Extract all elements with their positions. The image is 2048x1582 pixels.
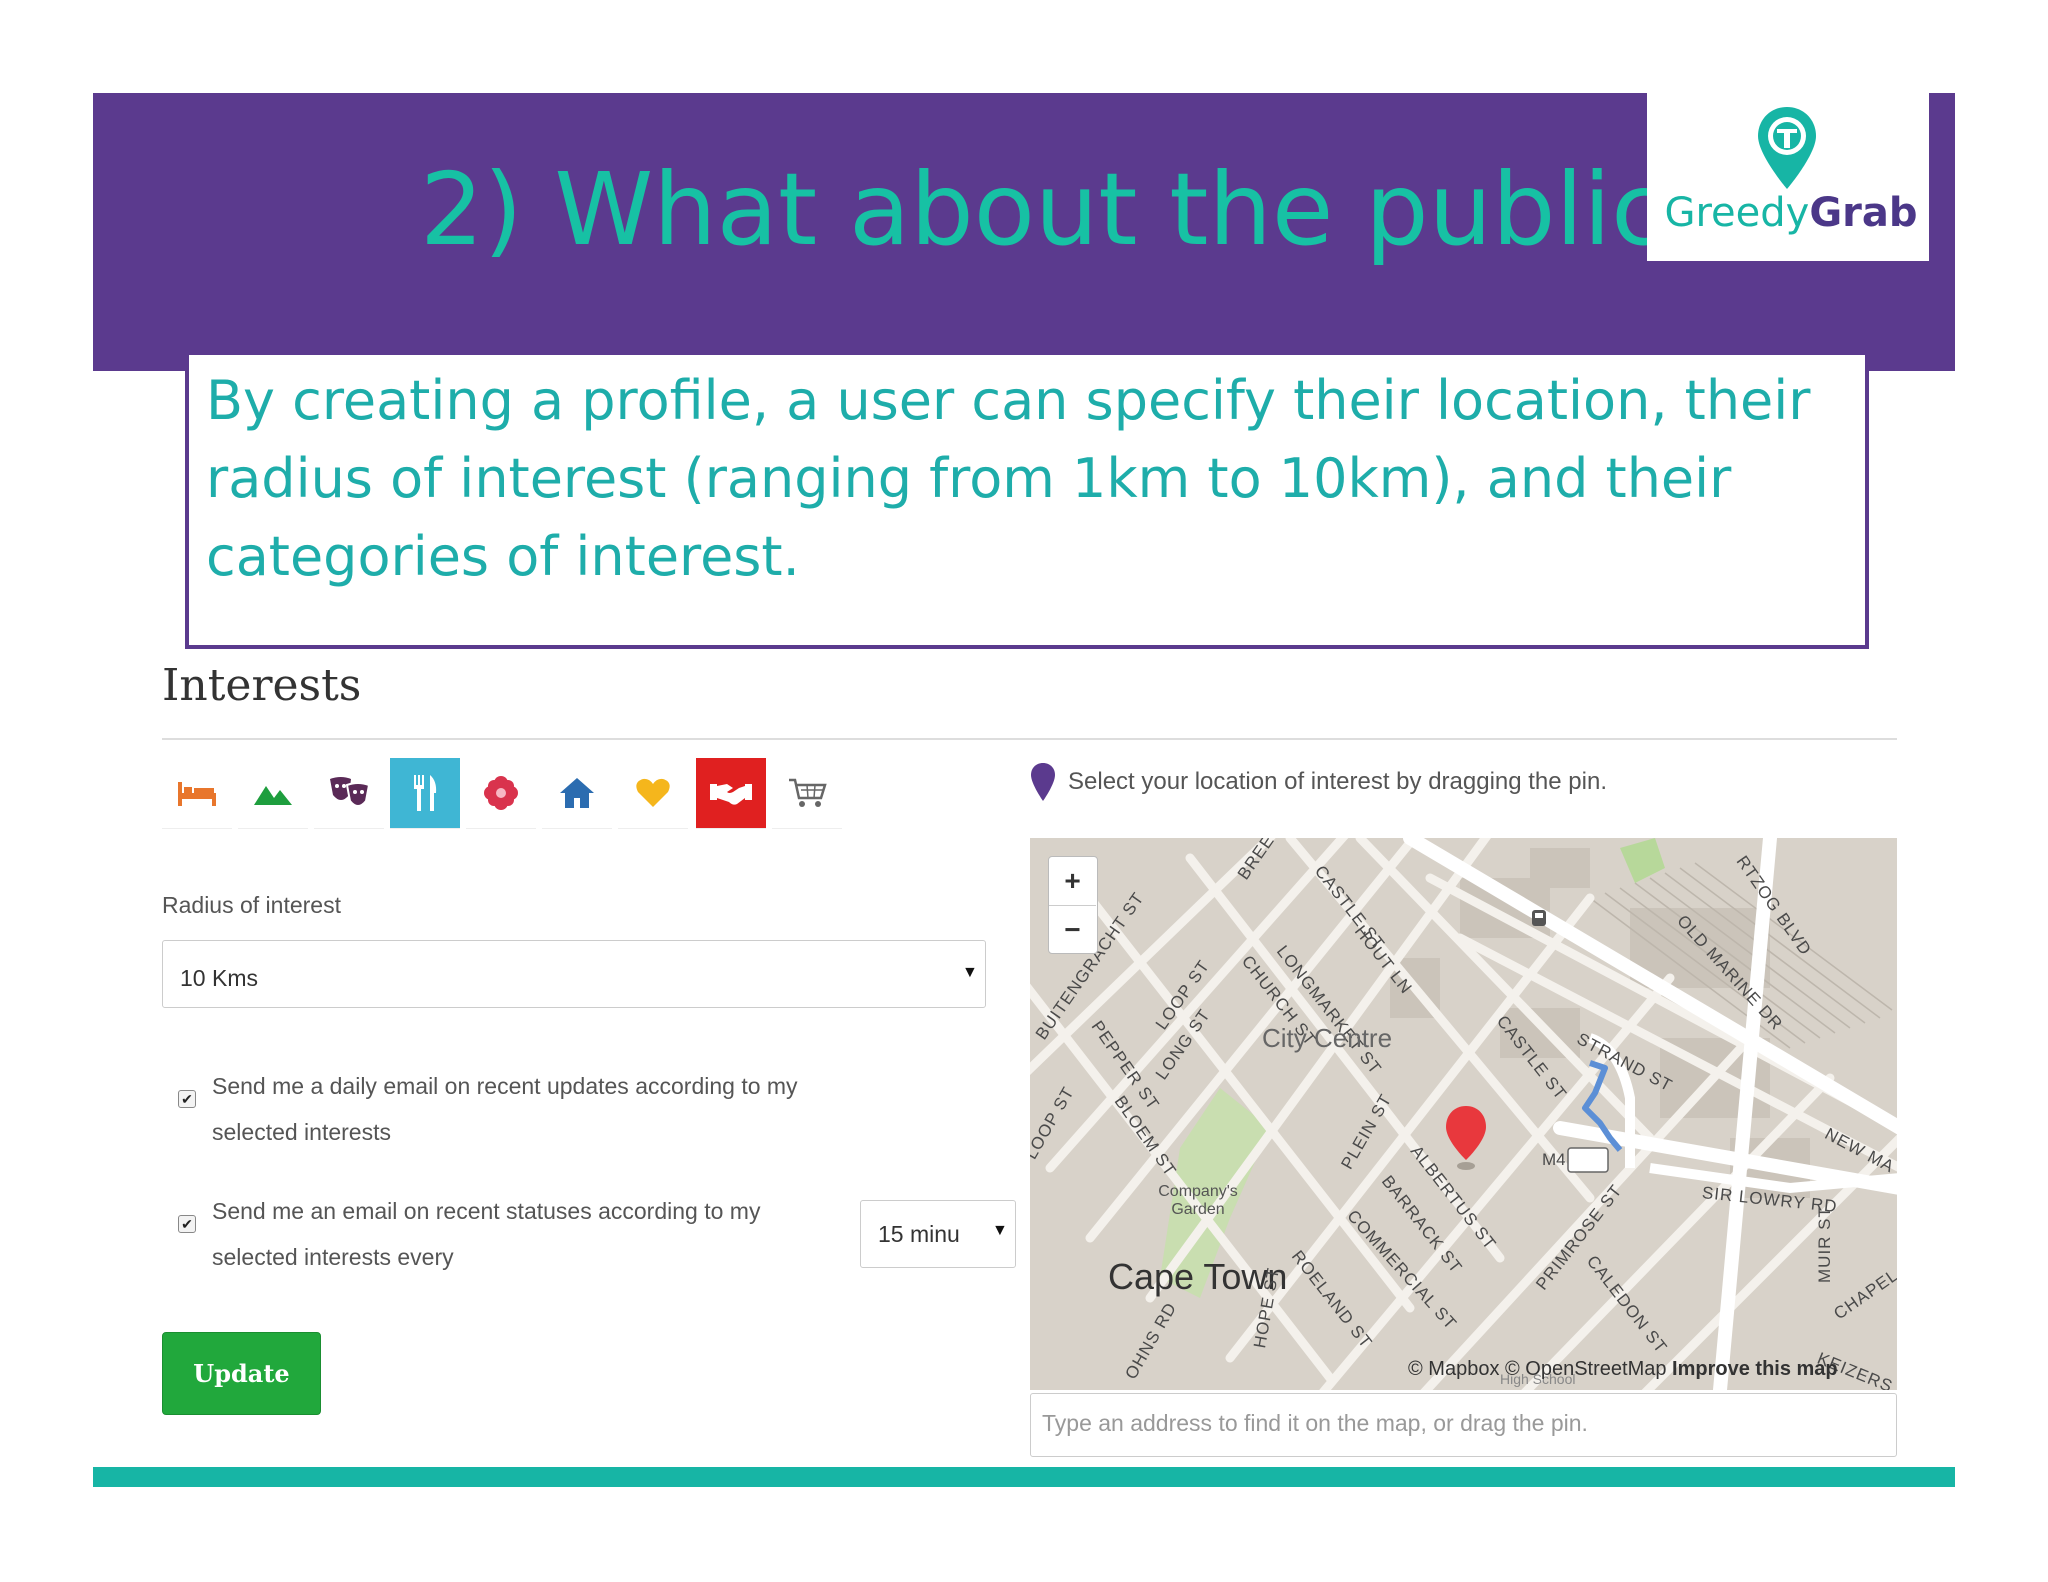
map-label-m4: M4 (1542, 1150, 1566, 1169)
map-label-city-centre: City Centre (1262, 1023, 1393, 1053)
fork-knife-icon (414, 775, 437, 811)
category-home[interactable] (542, 758, 612, 829)
category-entertainment[interactable] (314, 758, 384, 829)
radius-label: Radius of interest (162, 892, 341, 918)
daily-email-label: Send me a daily email on recent updates … (212, 1073, 798, 1145)
category-wellness[interactable] (466, 758, 536, 829)
location-hint: Select your location of interest by drag… (1068, 768, 1607, 795)
category-accommodation[interactable] (162, 758, 232, 829)
category-health[interactable] (618, 758, 688, 829)
footer-bar (93, 1467, 1955, 1487)
category-shopping[interactable] (772, 758, 842, 829)
description-text: By creating a profile, a user can specif… (206, 369, 1811, 588)
logo-text: GreedyGrab (1664, 190, 1918, 236)
address-placeholder: Type an address to find it on the map, o… (1042, 1410, 1588, 1436)
category-outdoors[interactable] (238, 758, 308, 829)
radius-select[interactable] (162, 940, 986, 1008)
location-map[interactable]: BREE CASTLE ST HOUT LN BUITENGRACHT ST C… (1030, 838, 1897, 1390)
improve-map-link[interactable]: Improve this map (1672, 1358, 1838, 1380)
update-button[interactable]: Update (162, 1332, 321, 1415)
bed-icon (178, 782, 216, 806)
handshake-icon (710, 784, 752, 805)
map-label-companys-garden: Company's Garden (1158, 1183, 1238, 1218)
map-zoom-control: + − (1048, 856, 1098, 954)
slide-title: 2) What about the public? (420, 151, 1720, 268)
attribution-text[interactable]: © Mapbox © OpenStreetMap (1408, 1358, 1672, 1380)
daily-email-checkbox[interactable]: ✔ (178, 1090, 196, 1108)
flower-icon (484, 776, 518, 810)
zoom-in-button[interactable]: + (1049, 857, 1096, 904)
map-attribution: © Mapbox © OpenStreetMap Improve this ma… (1408, 1358, 1838, 1381)
chevron-down-icon: ▼ (962, 964, 978, 981)
logo-pin-icon (1758, 107, 1816, 189)
theatre-masks-icon (330, 777, 371, 807)
category-food[interactable] (390, 758, 460, 829)
status-email-label: Send me an email on recent statuses acco… (212, 1198, 761, 1270)
mountains-icon (254, 786, 292, 805)
shopping-cart-icon (789, 778, 827, 807)
interests-heading: Interests (162, 660, 362, 711)
zoom-out-button[interactable]: − (1049, 906, 1096, 953)
email-interval-value: 15 minu (878, 1221, 960, 1247)
heart-icon (636, 778, 670, 807)
location-pin-icon (1031, 763, 1055, 801)
radius-select-value: 10 Kms (180, 965, 258, 991)
category-business[interactable] (696, 758, 766, 829)
map-label-muir-st: MUIR ST (1815, 1206, 1834, 1283)
chevron-down-icon: ▼ (992, 1222, 1008, 1239)
heading-divider (162, 738, 1897, 740)
house-icon (560, 778, 594, 808)
status-email-checkbox[interactable]: ✔ (178, 1215, 196, 1233)
